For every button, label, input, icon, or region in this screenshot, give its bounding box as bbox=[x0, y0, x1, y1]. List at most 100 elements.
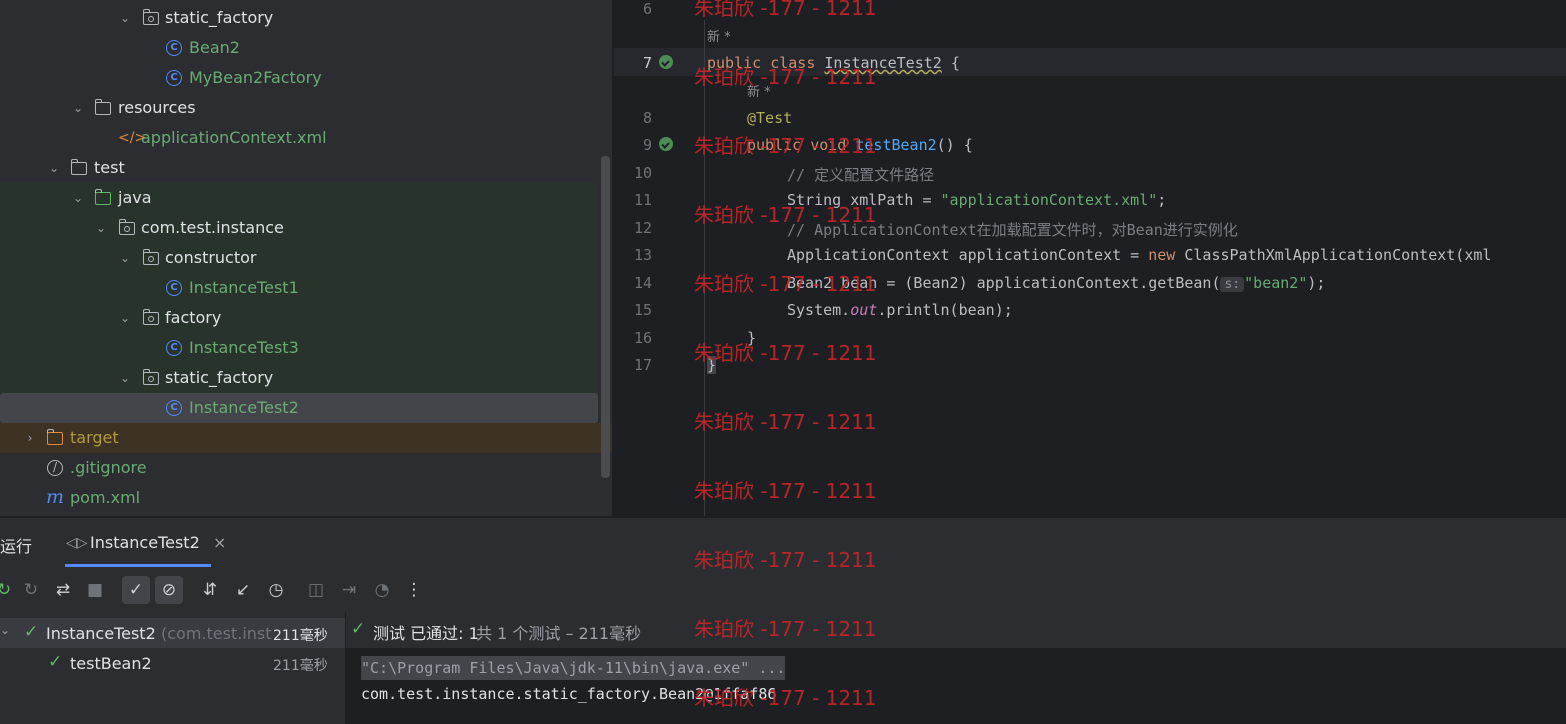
screenshot-icon[interactable]: ◫ bbox=[302, 576, 330, 604]
class-icon: C bbox=[166, 400, 182, 416]
collapse-icon[interactable]: ↙ bbox=[229, 576, 257, 604]
tree-item-test[interactable]: ⌄ test bbox=[0, 153, 598, 183]
tree-item-resources[interactable]: ⌄ resources bbox=[0, 93, 598, 123]
package-icon bbox=[142, 369, 159, 385]
code-line-12: // ApplicationContext在加载配置文件时，对Bean进行实例化 bbox=[787, 221, 1238, 239]
tree-item-com-test-instance[interactable]: ⌄ com.test.instance bbox=[0, 213, 598, 243]
tree-item-label: MyBean2Factory bbox=[189, 68, 322, 87]
maven-icon: m bbox=[46, 486, 65, 508]
tree-item-label: factory bbox=[165, 308, 222, 327]
keyword: void bbox=[810, 136, 847, 154]
tree-item-label: static_factory bbox=[165, 8, 274, 27]
code-line-16: } bbox=[747, 329, 757, 347]
line-number: 12 bbox=[633, 219, 652, 237]
author-hint[interactable]: 新 * bbox=[747, 81, 771, 100]
history-icon[interactable]: ◷ bbox=[262, 576, 290, 604]
tree-item-mybean2factory[interactable]: C MyBean2Factory bbox=[0, 63, 598, 93]
code-line-13: ApplicationContext applicationContext = … bbox=[787, 246, 1491, 264]
tree-item-label: resources bbox=[118, 98, 196, 117]
tree-item-target[interactable]: › target bbox=[0, 423, 598, 453]
keyword: public bbox=[747, 136, 802, 154]
tree-item-applicationcontext-xml[interactable]: </> applicationContext.xml bbox=[0, 123, 598, 153]
chevron-down-icon[interactable]: ⌄ bbox=[0, 623, 10, 637]
sort-icon[interactable]: ⇵ bbox=[196, 576, 224, 604]
project-tree: ⌄ static_factory C Bean2 C MyBean2Factor… bbox=[0, 0, 612, 516]
tree-item-java[interactable]: ⌄ java bbox=[0, 183, 598, 213]
passed-icon: ✓ bbox=[351, 619, 366, 639]
chevron-down-icon[interactable]: ⌄ bbox=[117, 243, 133, 273]
tree-item-instancetest1[interactable]: C InstanceTest1 bbox=[0, 273, 598, 303]
test-method-time: 211毫秒 bbox=[273, 658, 328, 674]
show-passed-icon[interactable]: ✓ bbox=[122, 576, 150, 604]
rerun-failed-icon[interactable]: ↻ bbox=[17, 576, 45, 604]
show-ignored-icon[interactable]: ⊘ bbox=[155, 576, 183, 604]
import-tests-icon[interactable]: ⇥ bbox=[335, 576, 363, 604]
tree-item-static-factory-test[interactable]: ⌄ static_factory bbox=[0, 363, 598, 393]
package-icon bbox=[142, 309, 159, 325]
stop-icon[interactable]: ■ bbox=[81, 576, 109, 604]
chevron-down-icon[interactable]: ⌄ bbox=[46, 153, 62, 183]
chevron-down-icon[interactable]: ⌄ bbox=[117, 3, 133, 33]
test-method-name[interactable]: testBean2 bbox=[70, 654, 152, 673]
tree-item-factory[interactable]: ⌄ factory bbox=[0, 303, 598, 333]
toggle-auto-test-icon[interactable]: ⇄ bbox=[49, 576, 77, 604]
tree-item-label: pom.xml bbox=[70, 488, 141, 507]
class-name: InstanceTest2 bbox=[824, 54, 942, 72]
excluded-folder-icon bbox=[46, 429, 63, 445]
performance-icon[interactable]: ◔ bbox=[368, 576, 396, 604]
code-line-8: @Test bbox=[747, 109, 793, 127]
code-text: String xmlPath = bbox=[787, 191, 941, 209]
run-tool-window-header bbox=[0, 517, 1566, 568]
keyword: class bbox=[770, 54, 816, 72]
chevron-down-icon[interactable]: ⌄ bbox=[93, 213, 109, 243]
run-tool-title: 运行 bbox=[0, 537, 33, 556]
tree-item-label: InstanceTest2 bbox=[189, 398, 299, 417]
close-tab-icon[interactable]: × bbox=[213, 533, 226, 552]
code-text: System. bbox=[787, 301, 851, 319]
line-number: 17 bbox=[633, 356, 652, 374]
tree-item-gitignore[interactable]: / .gitignore bbox=[0, 453, 598, 483]
rerun-icon[interactable]: ↻ bbox=[0, 576, 18, 604]
tree-item-pom-xml[interactable]: m pom.xml bbox=[0, 483, 598, 513]
class-icon: C bbox=[166, 70, 182, 86]
passed-icon: ✓ bbox=[24, 622, 39, 642]
tree-item-bean2[interactable]: C Bean2 bbox=[0, 33, 598, 63]
test-source-folder-icon bbox=[94, 189, 111, 205]
code-line-10: // 定义配置文件路径 bbox=[787, 166, 935, 184]
parameter-hint: s: bbox=[1220, 277, 1245, 292]
tree-item-instancetest3[interactable]: C InstanceTest3 bbox=[0, 333, 598, 363]
author-hint[interactable]: 新 * bbox=[707, 26, 731, 45]
more-options-icon[interactable]: ⋮ bbox=[400, 576, 428, 604]
line-number: 9 bbox=[642, 136, 652, 154]
method-name: testBean2 bbox=[855, 136, 937, 154]
run-method-icon[interactable] bbox=[659, 137, 673, 151]
chevron-down-icon[interactable]: ⌄ bbox=[117, 363, 133, 393]
chevron-down-icon[interactable]: ⌄ bbox=[70, 183, 86, 213]
active-tab-indicator bbox=[65, 564, 211, 567]
code-line-7: public class InstanceTest2 { bbox=[707, 54, 960, 72]
chevron-right-icon[interactable]: › bbox=[22, 423, 38, 453]
chevron-down-icon[interactable]: ⌄ bbox=[70, 93, 86, 123]
test-root-time: 211毫秒 bbox=[273, 628, 328, 644]
tree-item-label: InstanceTest3 bbox=[189, 338, 299, 357]
chevron-down-icon[interactable]: ⌄ bbox=[117, 303, 133, 333]
tree-item-constructor[interactable]: ⌄ constructor bbox=[0, 243, 598, 273]
package-icon bbox=[142, 9, 159, 25]
code-line-15: System.out.println(bean); bbox=[787, 301, 1013, 319]
brace: { bbox=[941, 54, 960, 72]
code-editor[interactable]: 6 新 * 7 public class InstanceTest2 { 新 *… bbox=[614, 0, 1566, 516]
indent-guide bbox=[704, 20, 705, 516]
tree-item-label: target bbox=[70, 428, 119, 447]
line-number: 6 bbox=[642, 0, 652, 18]
tree-scrollbar[interactable] bbox=[601, 156, 610, 478]
test-root-name[interactable]: InstanceTest2 bbox=[46, 624, 156, 643]
ignore-file-icon: / bbox=[47, 460, 63, 476]
line-number: 15 bbox=[633, 301, 652, 319]
tab-instancetest2[interactable]: InstanceTest2 bbox=[90, 533, 200, 552]
run-class-icon[interactable] bbox=[659, 55, 673, 69]
package-icon bbox=[118, 219, 135, 235]
line-number: 8 bbox=[642, 109, 652, 127]
test-root-package: (com.test.inst bbox=[161, 624, 272, 643]
tree-item-instancetest2[interactable]: C InstanceTest2 bbox=[0, 393, 598, 423]
tree-item-static-factory-main[interactable]: ⌄ static_factory bbox=[0, 3, 598, 33]
